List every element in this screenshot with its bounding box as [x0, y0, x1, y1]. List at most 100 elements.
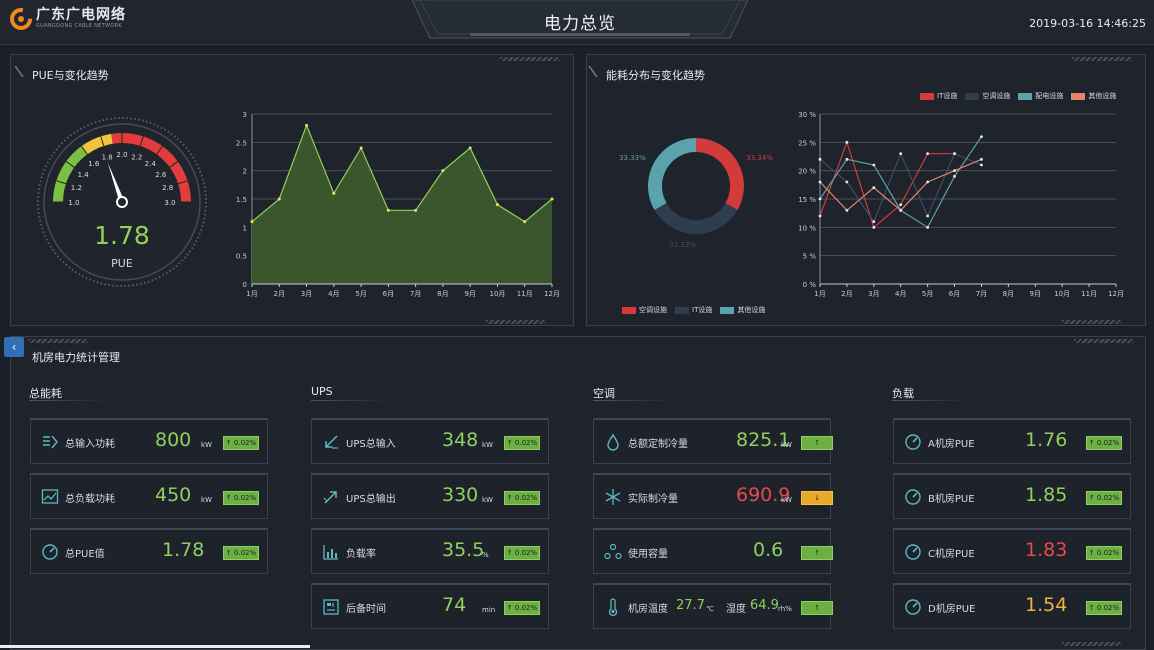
x-tick-label: 11月	[517, 290, 533, 298]
stat-card-total-input[interactable]: 总输入功耗 800 kW ↑ 0.02%	[30, 418, 268, 464]
stat-card-ups-output[interactable]: UPS总输出 330 kW ↑ 0.02%	[311, 473, 549, 519]
stat-card-room-d-pue[interactable]: D机房PUE 1.54 ↑ 0.02%	[893, 583, 1131, 629]
thermometer-icon	[608, 598, 618, 616]
donut-slice	[654, 202, 738, 234]
gauge-tick-label: 1.0	[68, 199, 79, 207]
energy-panel-title: 能耗分布与变化趋势	[606, 69, 705, 82]
y-tick-label: 3	[243, 111, 247, 119]
data-point	[845, 140, 849, 144]
change-badge: ↑ 0.02%	[801, 546, 833, 569]
collapse-button[interactable]: ‹	[4, 337, 24, 357]
stat-unit: kW	[781, 496, 792, 504]
stat-value: 35.5	[442, 539, 485, 561]
y-tick-label: 1	[243, 224, 247, 232]
stat-unit: kW	[201, 496, 212, 504]
gauge-icon	[905, 489, 921, 505]
stat-card-total-pue[interactable]: 总PUE值 1.78 ↑ 0.02%	[30, 528, 268, 574]
gauge-tick-label: 2.8	[162, 184, 173, 192]
stat-card-room-a-pue[interactable]: A机房PUE 1.76 ↑ 0.02%	[893, 418, 1131, 464]
data-point	[872, 163, 876, 167]
stat-label: 负载率	[346, 549, 376, 560]
legend-item[interactable]: IT设施	[675, 305, 712, 315]
stat-label: 总负载功耗	[65, 494, 115, 505]
change-badge: ↑ 0.02%	[801, 601, 833, 624]
data-point	[872, 220, 876, 224]
stat-card-ac-capacity[interactable]: 使用容量 0.6 ↑ 0.02%	[593, 528, 833, 574]
panel-decoration	[1074, 339, 1134, 343]
legend-item[interactable]: 配电设施	[1018, 91, 1063, 101]
x-tick-label: 6月	[949, 290, 960, 298]
change-badge: ↑ 0.02%	[1086, 546, 1122, 560]
battery-timer-icon	[323, 599, 339, 615]
change-badge: ↓ 0.02%	[801, 491, 833, 514]
data-point	[899, 152, 903, 156]
series-line	[819, 158, 982, 212]
legend-item[interactable]: IT设施	[920, 91, 957, 101]
donut-slice	[696, 138, 744, 211]
change-badge: ↑ 0.02%	[801, 436, 833, 459]
gauge-tick-label: 1.6	[88, 160, 100, 168]
data-point	[818, 157, 822, 161]
arrow-out-icon	[323, 491, 337, 504]
x-tick-label: 8月	[1003, 290, 1014, 298]
capacity-icon	[604, 543, 622, 560]
legend-item[interactable]: 空调设施	[622, 305, 667, 315]
data-point	[872, 225, 876, 229]
stat-card-ac-climate[interactable]: 机房温度 27.7 ℃ 湿度 64.9 rh% ↑ 0.02%	[593, 583, 833, 629]
donut-slice-label: 33.33%	[669, 241, 696, 249]
logo: 广东广电网络 GUANGDONG CABLE NETWORK	[10, 8, 126, 30]
stat-card-ups-load-rate[interactable]: 负载率 35.5 % ↑ 0.02%	[311, 528, 549, 574]
stat-card-ups-input[interactable]: UPS总输入 348 kW ↑ 0.02%	[311, 418, 549, 464]
data-point	[926, 180, 930, 184]
stat-card-total-load[interactable]: 总负载功耗 450 kW ↑ 0.02%	[30, 473, 268, 519]
stat-label: 总额定制冷量	[628, 439, 688, 450]
logo-icon	[10, 8, 32, 30]
temperature-value: 27.7	[676, 598, 705, 613]
change-badge: ↑ 0.02%	[1086, 491, 1122, 505]
data-point	[818, 180, 822, 184]
legend-label: IT设施	[692, 306, 713, 314]
gauge-tick-label: 1.4	[78, 171, 90, 179]
legend-item[interactable]: 其他设施	[720, 305, 765, 315]
legend-label: 其他设施	[1088, 92, 1117, 100]
x-tick-label: 11月	[1081, 290, 1097, 298]
pue-trend-chart: 0 0.5 1 1.5 2 2.5 3 1月 2月 3月 4月 5月 6月 7月 8月 9月 10月 11月 12月	[236, 111, 560, 298]
legend-swatch	[675, 306, 689, 314]
stat-card-room-c-pue[interactable]: C机房PUE 1.83 ↑ 0.02%	[893, 528, 1131, 574]
legend-item[interactable]: 其他设施	[1071, 91, 1116, 101]
y-tick-label: 0	[243, 281, 247, 289]
section-load-label: 负载	[892, 387, 914, 400]
y-tick-label: 5 %	[803, 253, 817, 261]
stat-label: B机房PUE	[928, 494, 975, 505]
x-tick-label: 4月	[328, 290, 339, 298]
gauge-tick-label: 2.2	[131, 153, 142, 161]
logo-text-en: GUANGDONG CABLE NETWORK	[36, 23, 122, 29]
data-point	[523, 220, 527, 224]
section-ups-label: UPS	[311, 385, 333, 398]
stat-value: 800	[155, 429, 192, 451]
stat-unit: kW	[201, 441, 212, 449]
section-total-label: 总能耗	[29, 387, 62, 400]
stat-card-room-b-pue[interactable]: B机房PUE 1.85 ↑ 0.02%	[893, 473, 1131, 519]
data-point	[926, 152, 930, 156]
legend-swatch	[720, 306, 735, 314]
data-point	[359, 146, 363, 150]
stat-value: 1.78	[162, 539, 205, 561]
donut-slice-label: 33.34%	[746, 154, 773, 162]
legend-swatch	[1018, 92, 1033, 100]
stat-card-ac-rated-cooling[interactable]: 总额定制冷量 825.1 kW ↑ 0.02%	[593, 418, 833, 464]
legend-item[interactable]: 空调设施	[965, 91, 1010, 101]
gauge-tick-label: 2.6	[155, 171, 167, 179]
legend-label: 配电设施	[1035, 92, 1064, 100]
x-tick-label: 1月	[814, 290, 825, 298]
stat-card-ac-actual-cooling[interactable]: 实际制冷量 690.9 kW ↓ 0.02%	[593, 473, 833, 519]
stat-value: 1.85	[1025, 484, 1068, 506]
energy-distribution-donut: 33.34% 33.33% 33.33%	[619, 138, 773, 249]
stat-card-ups-backup-time[interactable]: 后备时间 74 min ↑ 0.02%	[311, 583, 549, 629]
stat-value: 1.54	[1025, 594, 1068, 616]
data-point	[953, 174, 956, 178]
gauge-tick-label: 1.2	[71, 184, 82, 192]
x-tick-label: 7月	[410, 290, 421, 298]
x-tick-label: 10月	[489, 290, 505, 298]
data-point	[926, 225, 930, 229]
